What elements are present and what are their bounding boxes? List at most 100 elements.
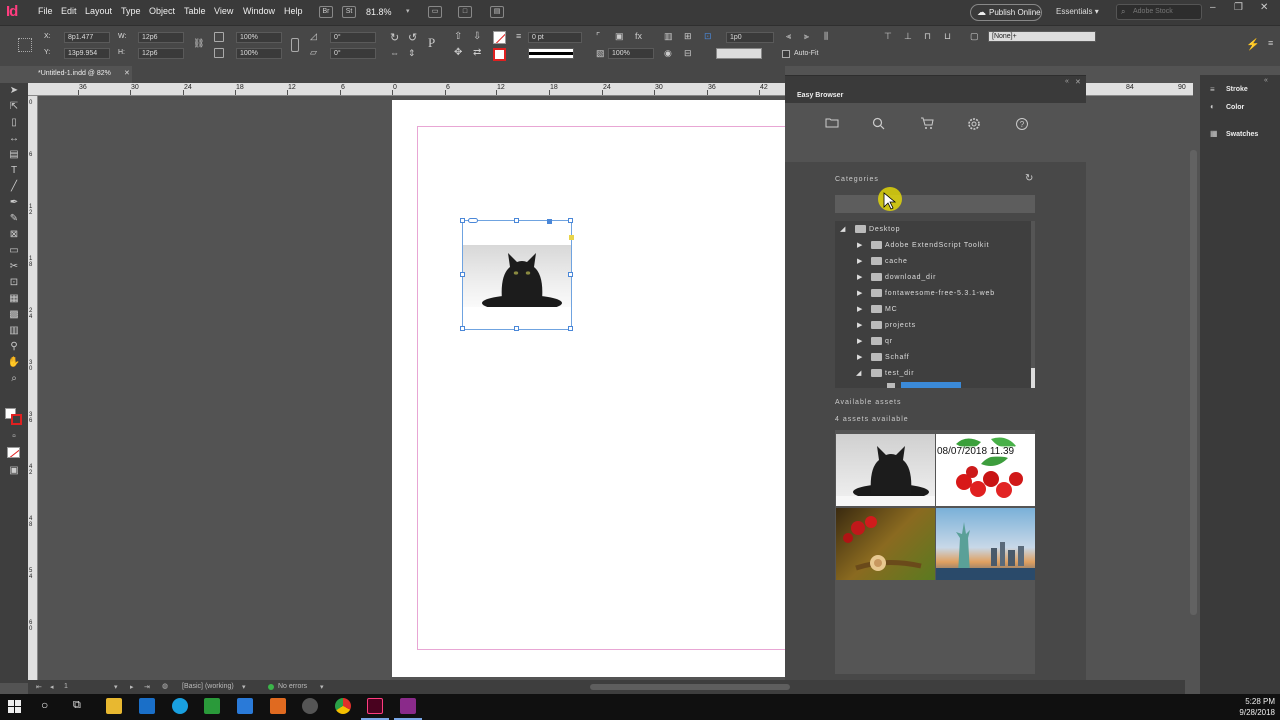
collapsed-arrow-icon[interactable]: ▶ <box>857 273 863 281</box>
expanded-arrow-icon[interactable]: ◢ <box>840 225 846 233</box>
outlook-icon[interactable] <box>139 698 155 714</box>
resize-handle[interactable] <box>460 326 465 331</box>
line-tool-icon[interactable]: ╱ <box>6 181 22 193</box>
windows-start-icon[interactable] <box>8 700 22 714</box>
cortana-search-icon[interactable]: ○ <box>41 698 48 712</box>
collapsed-arrow-icon[interactable]: ▶ <box>857 353 863 361</box>
select-previous-icon[interactable]: ✥ <box>454 47 462 58</box>
document-tab[interactable]: *Untitled-1.indd @ 82% ✕ <box>28 66 132 83</box>
collapsed-arrow-icon[interactable]: ▶ <box>857 241 863 249</box>
w-field[interactable]: 12p6 <box>138 32 184 43</box>
refresh-icon[interactable]: ↻ <box>1025 173 1033 184</box>
opacity-field[interactable]: 100% <box>608 48 654 59</box>
stroke-color-icon[interactable] <box>11 414 22 425</box>
align-icon[interactable]: ⊞ <box>684 31 692 42</box>
tree-item[interactable]: ▶ projects <box>835 319 1035 333</box>
free-transform-tool-icon[interactable]: ⊡ <box>6 277 22 289</box>
asset-thumbnail-snail[interactable] <box>836 508 935 580</box>
collapse-dock-icon[interactable]: « <box>1264 77 1268 84</box>
close-panel-icon[interactable]: ✕ <box>1075 78 1081 86</box>
previous-page-icon[interactable]: ◂ <box>50 683 54 691</box>
control-panel-menu-icon[interactable]: ≡ <box>1268 38 1273 48</box>
corner-option-icon[interactable] <box>569 235 574 240</box>
preflight-profile[interactable]: [Basic] (working) <box>182 683 234 690</box>
first-page-icon[interactable]: ⇤ <box>36 683 42 691</box>
menu-help[interactable]: Help <box>284 6 303 16</box>
bridge-icon[interactable]: Br <box>319 6 333 18</box>
h-field[interactable]: 12p6 <box>138 48 184 59</box>
collapsed-arrow-icon[interactable]: ▶ <box>857 305 863 313</box>
resize-handle[interactable] <box>568 326 573 331</box>
menu-layout[interactable]: Layout <box>85 6 112 16</box>
folder-icon[interactable] <box>823 117 841 133</box>
tree-item[interactable]: ◢ test_dir <box>835 367 1035 381</box>
distribute-top-icon[interactable]: ⊤ <box>884 31 892 42</box>
vertical-scroll-thumb[interactable] <box>1190 150 1197 615</box>
resize-handle[interactable] <box>514 218 519 223</box>
gradient-feather-tool-icon[interactable]: ▩ <box>6 309 22 321</box>
selection-tool-icon[interactable]: ➤ <box>6 85 22 97</box>
menu-object[interactable]: Object <box>149 6 175 16</box>
folder-tree[interactable]: ◢ Desktop ▶ Adobe ExtendScript Toolkit ▶… <box>835 221 1035 388</box>
easy-browser-panel-header[interactable]: Easy Browser « ✕ <box>785 75 1086 103</box>
xampp-icon[interactable] <box>270 698 286 714</box>
tree-item-desktop[interactable]: ◢ Desktop <box>835 223 1035 237</box>
stroke-swatch[interactable] <box>493 48 506 61</box>
fill-none-swatch[interactable] <box>493 31 506 44</box>
page-number-field[interactable]: 1 <box>64 683 68 690</box>
rectangle-frame-tool-icon[interactable]: ⊠ <box>6 229 22 241</box>
rotate-cw-icon[interactable]: ↻ <box>390 31 399 44</box>
resize-handle[interactable] <box>460 272 465 277</box>
profile-dropdown-icon[interactable]: ▾ <box>242 683 246 691</box>
page-tool-icon[interactable]: ▯ <box>6 117 22 129</box>
zoom-tool-icon[interactable]: ⌕ <box>6 373 22 385</box>
asset-thumbnail-statue[interactable] <box>936 508 1035 580</box>
minimize-icon[interactable]: – <box>1210 2 1216 13</box>
tree-item[interactable]: ▶ Adobe ExtendScript Toolkit <box>835 239 1035 253</box>
eyedropper-tool-icon[interactable]: ⚲ <box>6 341 22 353</box>
distribute-middle-icon[interactable]: ⊥ <box>904 31 912 42</box>
zoom-dropdown-icon[interactable]: ▾ <box>406 7 410 15</box>
notepad-icon[interactable] <box>204 698 220 714</box>
tree-item[interactable]: ▶ MC <box>835 303 1035 317</box>
errors-status[interactable]: No errors <box>278 683 307 690</box>
task-view-icon[interactable]: ⧉ <box>73 699 81 712</box>
menu-type[interactable]: Type <box>121 6 141 16</box>
restore-icon[interactable]: ❐ <box>1234 2 1243 13</box>
next-page-icon[interactable]: ▸ <box>130 683 134 691</box>
select-next-icon[interactable]: ⇄ <box>473 47 481 58</box>
distribute-bottom-icon[interactable]: ⊓ <box>924 31 931 42</box>
autofit-checkbox[interactable] <box>782 50 790 58</box>
reference-point-icon[interactable] <box>18 38 32 52</box>
text-wrap-icon[interactable]: ▣ <box>615 31 624 42</box>
menu-table[interactable]: Table <box>184 6 206 16</box>
y-field[interactable]: 13p9.954 <box>64 48 110 59</box>
gap-tool-icon[interactable]: ↔ <box>6 133 22 145</box>
collapsed-arrow-icon[interactable]: ▶ <box>857 321 863 329</box>
screen-mode-icon[interactable]: ▣ <box>6 465 22 477</box>
tree-item[interactable]: ▶ download_dir <box>835 271 1035 285</box>
file-explorer-icon[interactable] <box>106 698 122 714</box>
stock-icon[interactable]: St <box>342 6 356 18</box>
workspace-switcher[interactable]: Essentials ▾ <box>1056 7 1099 16</box>
resize-handle[interactable] <box>460 218 465 223</box>
corner-options-icon[interactable]: ⌜ <box>596 31 600 42</box>
content-grabber-icon[interactable] <box>547 219 552 224</box>
vscode-icon[interactable] <box>237 698 253 714</box>
tree-scroll-thumb[interactable] <box>1031 368 1035 388</box>
align-center-icon[interactable]: ⫸ <box>804 31 809 42</box>
scissors-tool-icon[interactable]: ✂ <box>6 261 22 273</box>
fit-content-icon[interactable]: ◉ <box>664 48 672 59</box>
tree-item[interactable]: ▶ Schaff <box>835 351 1035 365</box>
flip-vertical-icon[interactable]: ⇕ <box>408 48 416 59</box>
x-field[interactable]: 8p1.477 <box>64 32 110 43</box>
constrain-scale-icon[interactable] <box>291 38 299 52</box>
stroke-type-select[interactable] <box>528 48 574 59</box>
tree-item[interactable]: ▶ fontawesome-free-5.3.1-web <box>835 287 1035 301</box>
extension-app-icon[interactable] <box>400 698 416 714</box>
adobe-stock-search[interactable]: ⌕ Adobe Stock <box>1116 4 1202 20</box>
distribute-left-icon[interactable]: ⊔ <box>944 31 951 42</box>
apply-none-icon[interactable] <box>7 447 20 458</box>
stroke-weight-field[interactable]: 0 pt <box>528 32 582 43</box>
indesign-taskbar-icon[interactable] <box>367 698 383 714</box>
